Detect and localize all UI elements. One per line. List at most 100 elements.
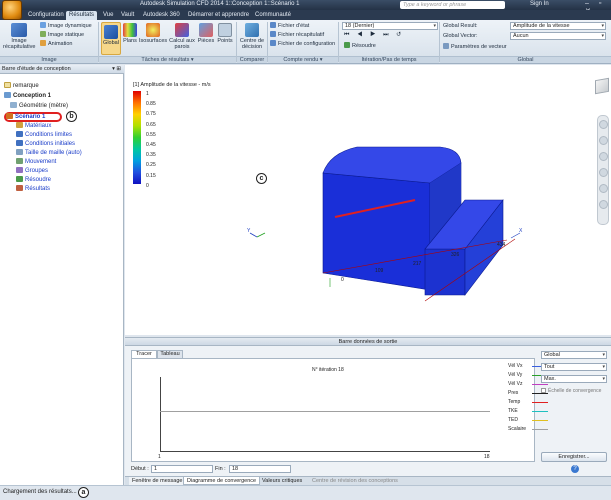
points-task-button[interactable]: Points — [216, 23, 234, 44]
animation-button[interactable]: Animation — [40, 40, 72, 48]
static-image-button[interactable]: Image statique — [40, 31, 84, 39]
tab-tracer[interactable]: Tracer — [131, 350, 157, 358]
vector-params-button[interactable]: Paramètres de vecteur — [443, 43, 507, 51]
end-input[interactable]: 18 — [229, 465, 291, 473]
iteration-playback-controls[interactable]: ⏮ ◀ ▶ ⏭ ↺ — [344, 32, 404, 39]
plot-parts-select[interactable]: Tout ▾ — [541, 363, 607, 371]
tab-communaute[interactable]: Communauté — [252, 11, 294, 20]
output-panel-header: Barre données de sortie — [125, 338, 611, 346]
dynamic-image-button[interactable]: Image dynamique — [40, 22, 92, 30]
tree-item-resultats[interactable]: Résultats — [16, 185, 50, 193]
panel-controls[interactable]: ▾ ⊞ — [112, 65, 121, 74]
tab-tableau[interactable]: Tableau — [157, 350, 183, 358]
tab-message-window[interactable]: Fenêtre de message — [129, 477, 186, 485]
planes-icon — [123, 23, 137, 37]
tab-configuration[interactable]: Configuration — [25, 11, 67, 20]
tree-item-taille-maille[interactable]: Taille de maille (auto) — [16, 149, 82, 157]
status-file-icon — [270, 22, 276, 28]
group-label-compare: Comparer — [237, 56, 267, 63]
tree-item-resoudre[interactable]: Résoudre — [16, 176, 51, 184]
initial-conditions-icon — [16, 140, 23, 146]
tree-item-geometrie[interactable]: Géométrie (mètre) — [10, 102, 68, 110]
legend-vz-swatch — [532, 384, 548, 385]
status-bar: Chargement des résultats... a — [0, 485, 611, 500]
sign-in-link[interactable]: Sign In — [530, 1, 549, 7]
tree-item-conditions-limites[interactable]: Conditions limites — [16, 131, 72, 139]
geometry-icon — [10, 102, 17, 108]
tab-vault[interactable]: Vault — [118, 11, 137, 20]
plot-x-start: 1 — [158, 454, 161, 460]
iteration-select[interactable]: 18 (Dernier) ▾ — [342, 22, 438, 30]
resolve-button[interactable]: Résoudre — [344, 42, 376, 50]
decision-center-button[interactable]: Centre de décision — [238, 23, 266, 50]
tab-convergence-diagram[interactable]: Diagramme de convergence — [183, 477, 261, 485]
fit-icon[interactable] — [599, 200, 608, 209]
dim-label-326: 326 — [451, 252, 460, 258]
static-image-icon — [40, 31, 46, 37]
application-menu-button[interactable] — [2, 0, 22, 20]
tab-design-review[interactable]: Centre de révision des conceptions — [309, 477, 401, 485]
help-icon[interactable]: ? — [571, 465, 579, 473]
save-button[interactable]: Enregistrer... — [541, 452, 607, 462]
global-result-select[interactable]: Amplitude de la vitesse ▾ — [510, 22, 606, 30]
tree-item-materiaux[interactable]: Matériaux — [16, 122, 51, 130]
legend-temp: Temp — [508, 399, 521, 405]
tree-item-conception[interactable]: Conception 1 — [4, 92, 51, 100]
tree-item-scenario[interactable]: Scénario 1 — [6, 113, 45, 121]
dim-label-434: 434 — [497, 242, 506, 248]
global-vector-label: Global Vector: — [443, 33, 478, 39]
view-cube[interactable] — [595, 77, 609, 95]
start-input[interactable]: 1 — [151, 465, 213, 473]
tab-resultats[interactable]: Résultats — [66, 11, 98, 20]
group-label-report: Compte rendu ▾ — [268, 56, 338, 63]
wall-calc-task-button[interactable]: Calcul aux parois — [169, 23, 195, 50]
output-data-bar: Barre données de sortie Tracer Tableau N… — [125, 337, 611, 485]
tab-vue[interactable]: Vue — [100, 11, 116, 20]
summary-image-button[interactable]: Image récapitulative — [3, 23, 35, 50]
tree-item-mouvement[interactable]: Mouvement — [16, 158, 56, 166]
tab-autodesk-360[interactable]: Autodesk 360 — [140, 11, 183, 20]
pan-icon[interactable] — [599, 136, 608, 145]
planes-task-button[interactable]: Plans — [122, 23, 138, 44]
parts-task-button[interactable]: Pièces — [197, 23, 215, 44]
dim-label-217: 217 — [413, 261, 422, 267]
convergence-plot-area[interactable]: N° itération 18 1 18 Vél Vx Vél Vy Vél V… — [131, 358, 548, 462]
legend-tke: TKE — [508, 408, 518, 414]
tab-demarrer[interactable]: Démarrer et apprendre — [185, 11, 252, 20]
axis-y-label: Y — [247, 228, 251, 234]
materials-icon — [16, 122, 23, 128]
tree-item-groupes[interactable]: Groupes — [16, 167, 48, 175]
legend-vz: Vél Vz — [508, 381, 523, 387]
legend-vx: Vél Vx — [508, 363, 523, 369]
global-task-button[interactable]: Global — [101, 22, 121, 55]
graphics-viewport[interactable]: [1] Amplitude de la vitesse - m/s 1 0.85… — [125, 65, 611, 335]
status-file-button[interactable]: Fichier d'état — [270, 22, 309, 30]
global-icon — [104, 25, 118, 39]
config-file-button[interactable]: Fichier de configuration — [270, 40, 335, 48]
plot-scope-select[interactable]: Global ▾ — [541, 351, 607, 359]
isosurfaces-task-button[interactable]: Isosurfaces — [139, 23, 167, 44]
tree-item-conditions-initiales[interactable]: Conditions initiales — [16, 140, 75, 148]
model-3d-view[interactable] — [125, 65, 611, 335]
log-scale-checkbox[interactable]: Échelle de convergence — [541, 388, 601, 394]
points-icon — [218, 23, 232, 37]
legend-scalaire: Scalaire — [508, 426, 527, 432]
plot-mode-select[interactable]: Max. ▾ — [541, 375, 607, 383]
tree-item-remarque[interactable]: remarque — [4, 82, 39, 90]
help-search-input[interactable]: Type a keyword or phrase — [400, 1, 505, 9]
look-icon[interactable] — [599, 184, 608, 193]
group-label-global: Global — [440, 56, 611, 63]
plot-series-line — [160, 411, 490, 412]
tab-critical-values[interactable]: Valeurs critiques — [259, 477, 305, 485]
legend-ted: TED — [508, 417, 518, 423]
zoom-icon[interactable] — [599, 152, 608, 161]
wall-calc-icon — [175, 23, 189, 37]
legend-scalaire-swatch — [532, 429, 548, 430]
summary-file-button[interactable]: Fichier récapitulatif — [270, 31, 324, 39]
orbit-icon[interactable] — [599, 168, 608, 177]
dim-label-0: 0 — [341, 277, 344, 283]
global-vector-select[interactable]: Aucun ▾ — [510, 32, 606, 40]
checkbox-box — [541, 388, 546, 393]
steering-wheel-icon[interactable] — [599, 120, 608, 129]
callout-b: b — [66, 111, 77, 122]
